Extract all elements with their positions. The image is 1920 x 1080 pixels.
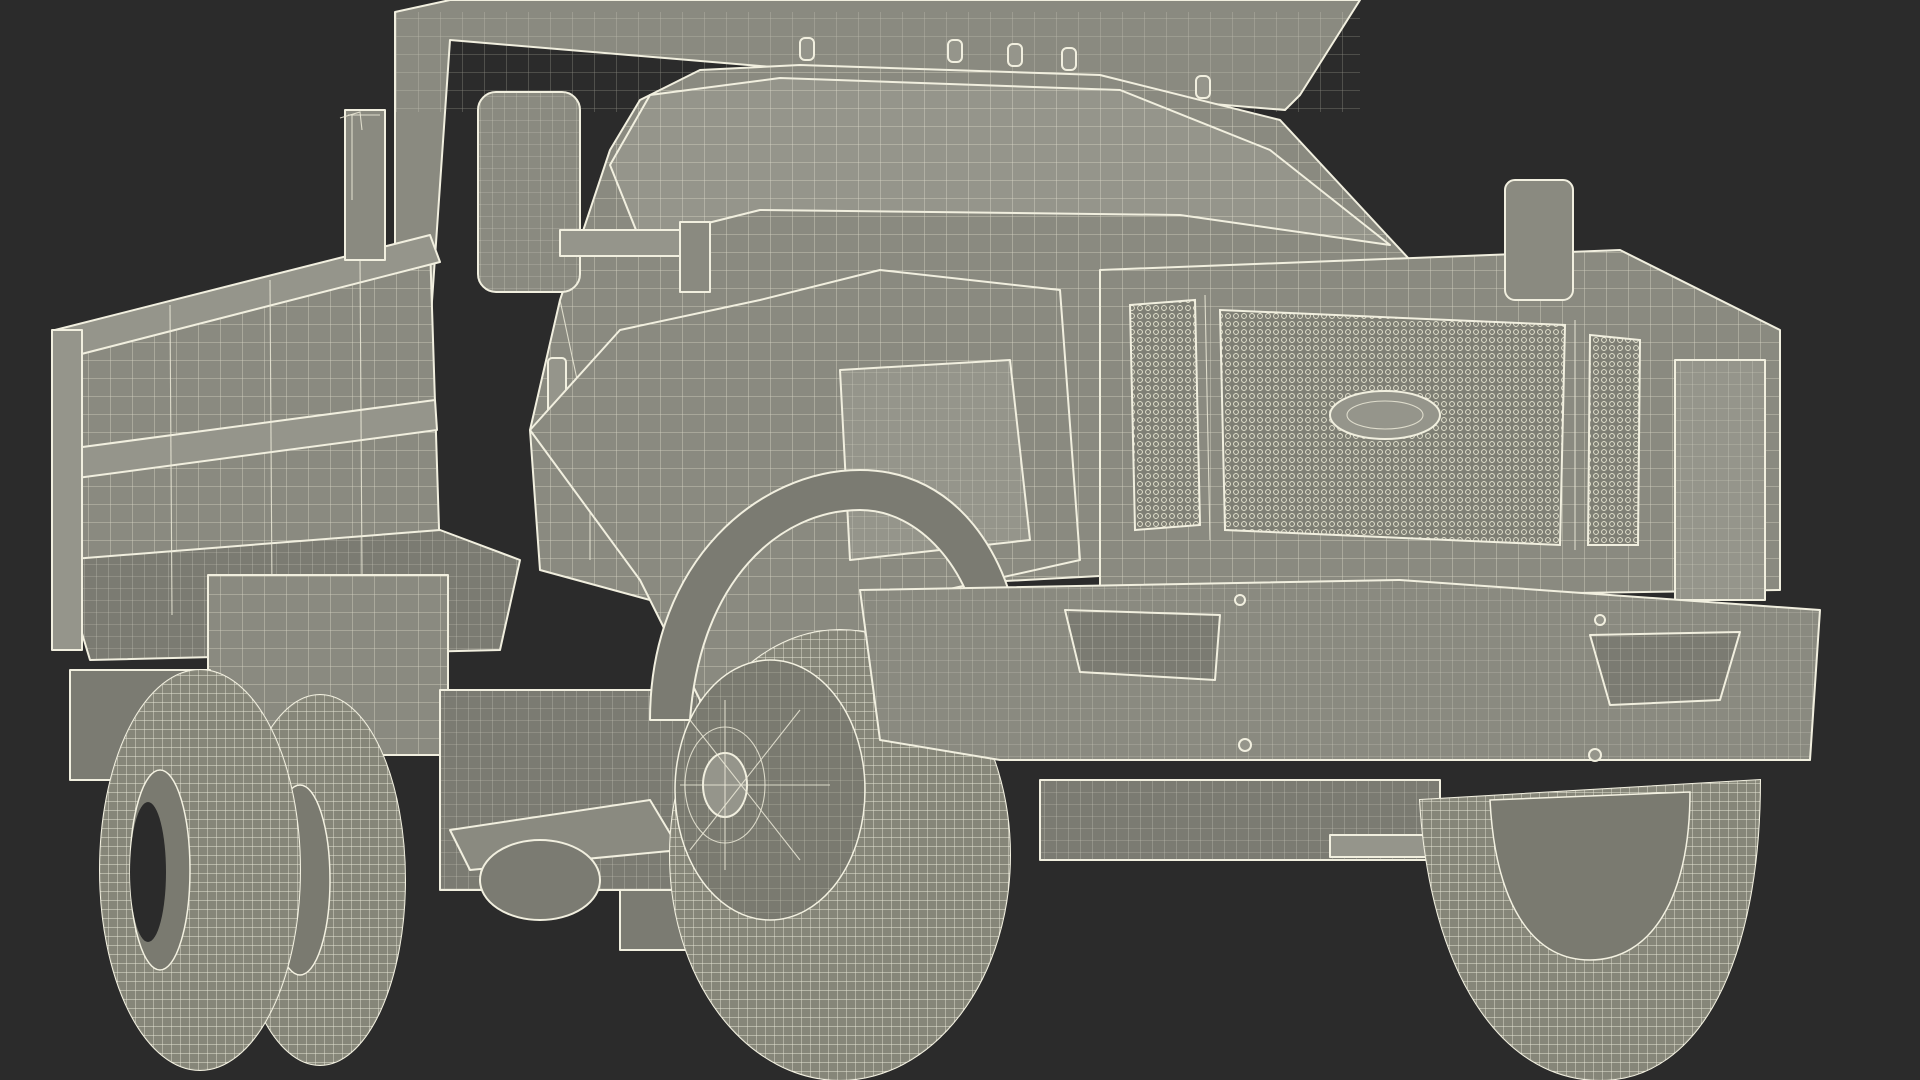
truck-wireframe-render — [51, 0, 1821, 1080]
render-viewport — [0, 0, 1920, 1080]
front-right-wheel — [1418, 778, 1762, 1080]
rear-wheels — [99, 669, 406, 1071]
front-bumper — [859, 579, 1821, 762]
